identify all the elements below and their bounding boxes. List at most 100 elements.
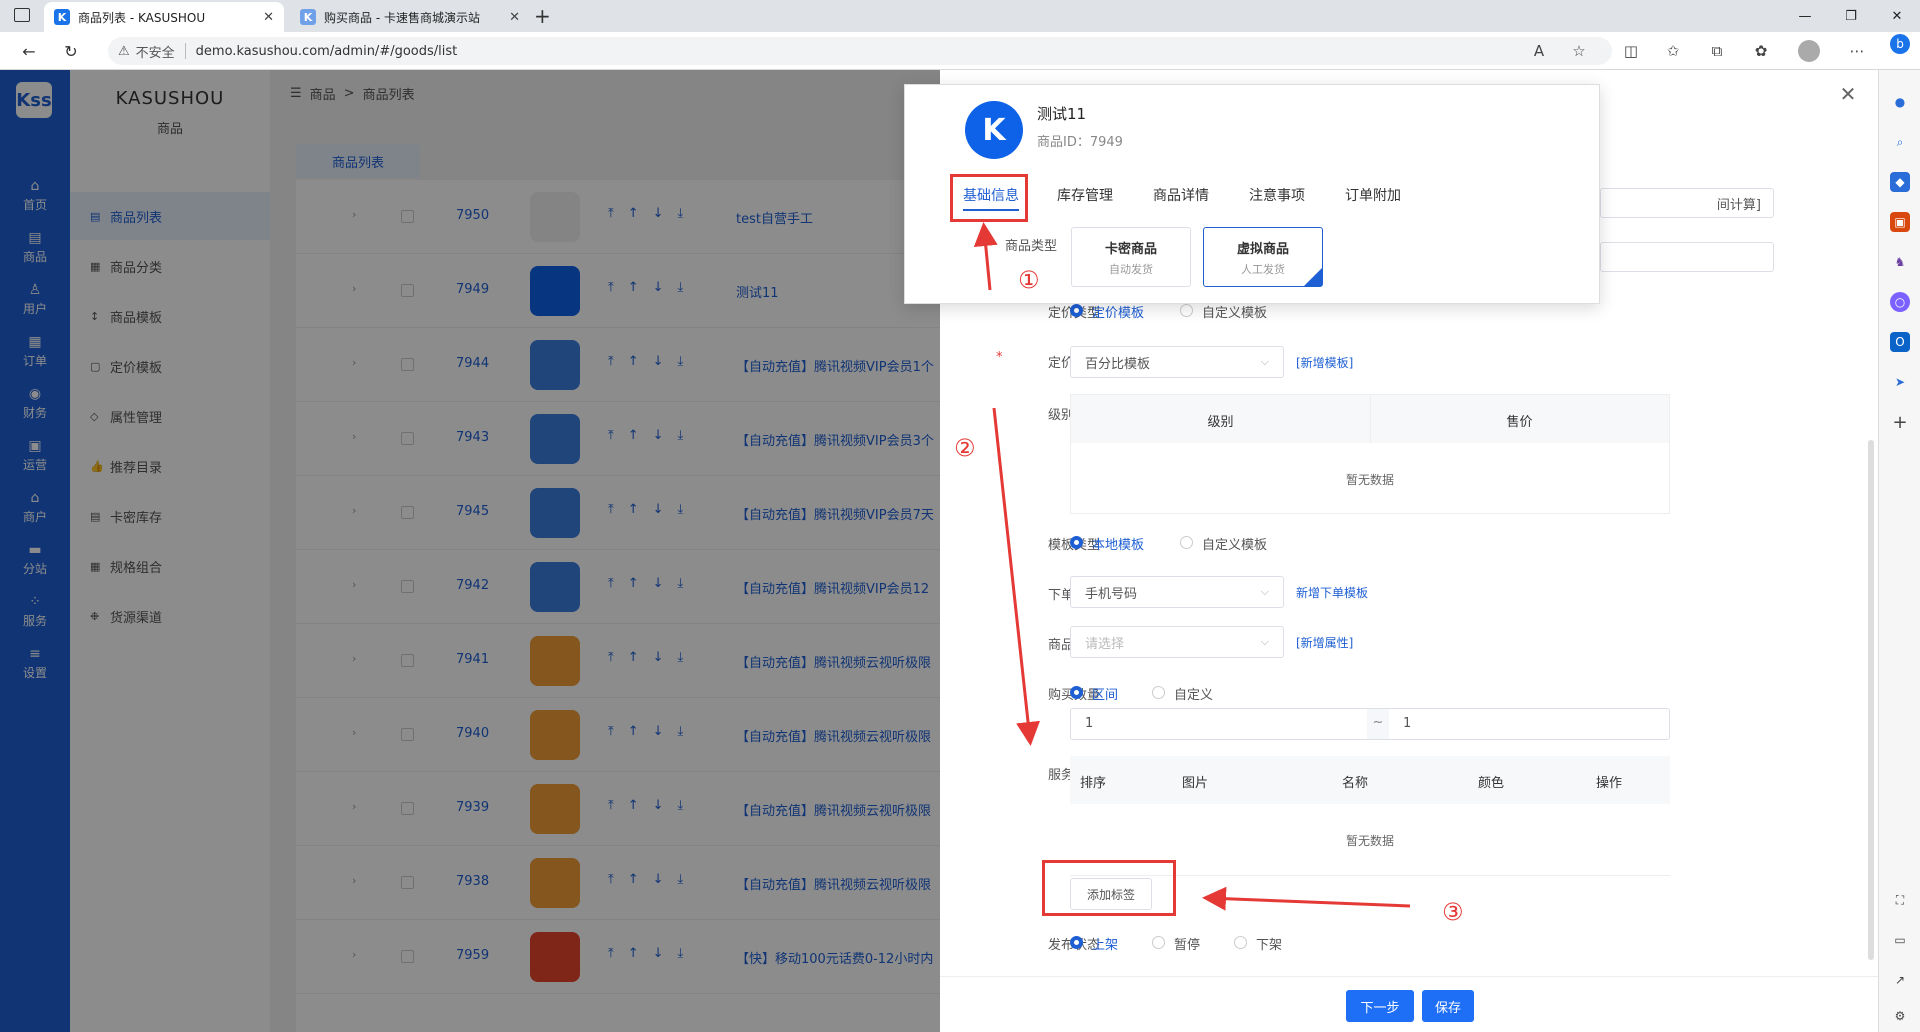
radio-unpublish[interactable]	[1234, 936, 1247, 949]
close-tab-icon[interactable]: ✕	[263, 10, 274, 25]
next-step-button[interactable]: 下一步	[1346, 990, 1414, 1022]
outlook-icon[interactable]: O	[1890, 332, 1910, 352]
save-button[interactable]: 保存	[1422, 990, 1474, 1022]
radio-local-template[interactable]	[1070, 536, 1083, 549]
quantity-min-input[interactable]: 1	[1071, 709, 1367, 739]
split-screen-icon[interactable]: ◫	[1616, 36, 1646, 66]
annotation-step-2: ②	[954, 434, 976, 462]
radio-custom-template[interactable]	[1180, 536, 1193, 549]
new-tab-icon[interactable]: +	[534, 4, 551, 28]
url-text: demo.kasushou.com/admin/#/goods/list	[195, 43, 458, 59]
footer-divider	[940, 976, 1878, 977]
chevron-down-icon: ⌵	[1260, 355, 1269, 368]
back-icon[interactable]: ←	[14, 36, 44, 66]
browser-tab[interactable]: K 购买商品 - 卡速售商城演示站 ✕	[290, 2, 530, 32]
column-header: 图片	[1182, 776, 1209, 791]
radio-label: 本地模板	[1092, 538, 1145, 553]
column-header: 级别	[1207, 415, 1234, 430]
profile-avatar-icon[interactable]	[1794, 36, 1824, 66]
radio-label: 自定义	[1174, 688, 1214, 703]
radio-pause[interactable]	[1152, 936, 1165, 949]
add-order-template-link[interactable]: 新增下单模板	[1296, 584, 1368, 601]
browser-tab-bar: K 商品列表 - KASUSHOU ✕ K 购买商品 - 卡速售商城演示站 ✕ …	[0, 0, 1920, 32]
chess-icon[interactable]: ♞	[1890, 252, 1910, 272]
product-id: 商品ID：7949	[1037, 135, 1123, 150]
quantity-range: 1 ~ 1	[1070, 708, 1670, 740]
favorite-star-icon[interactable]: ☆	[1564, 36, 1594, 66]
kasushou-favicon-icon: K	[54, 9, 70, 25]
address-bar[interactable]: ⚠ 不安全 demo.kasushou.com/admin/#/goods/li…	[108, 37, 1612, 65]
radio-label: 自定义模板	[1202, 306, 1268, 321]
service-tag-table: 排序 图片 名称 颜色 操作 暂无数据	[1070, 756, 1670, 876]
close-drawer-icon[interactable]: ✕	[1836, 82, 1860, 106]
bing-icon[interactable]: b	[1890, 34, 1910, 54]
type-virtual-option[interactable]: 虚拟商品 人工发货	[1203, 227, 1323, 287]
toolbox-icon[interactable]: ▣	[1890, 212, 1910, 232]
drawer-scrollbar[interactable]	[1868, 440, 1874, 960]
annotation-step-3: ③	[1442, 898, 1464, 926]
select-placeholder: 请选择	[1085, 636, 1125, 652]
close-tab-icon[interactable]: ✕	[509, 10, 520, 25]
search-icon[interactable]: ⌕	[1890, 132, 1910, 152]
chevron-down-icon: ⌵	[1260, 635, 1269, 648]
radio-custom[interactable]	[1152, 686, 1165, 699]
tab-title: 购买商品 - 卡速售商城演示站	[324, 10, 480, 25]
tab-stock[interactable]: 库存管理	[1057, 185, 1113, 205]
tag-icon[interactable]: ◆	[1890, 172, 1910, 192]
screenshot-icon[interactable]: ⛶	[1890, 890, 1910, 910]
level-price-table: 级别 售价 暂无数据	[1070, 394, 1670, 514]
reload-icon[interactable]: ↻	[56, 36, 86, 66]
add-icon[interactable]: +	[1890, 412, 1910, 433]
tab-details[interactable]: 商品详情	[1153, 185, 1209, 205]
column-header: 售价	[1506, 415, 1533, 430]
pricing-template-select[interactable]: 百分比模板 ⌵	[1070, 346, 1284, 378]
more-menu-icon[interactable]: ⋯	[1842, 36, 1872, 66]
radio-publish[interactable]	[1070, 936, 1083, 949]
bell-icon[interactable]: ●	[1890, 92, 1910, 112]
close-window-icon[interactable]: ✕	[1874, 0, 1920, 32]
type-card-option[interactable]: 卡密商品 自动发货	[1071, 227, 1191, 287]
radio-label: 定价模板	[1092, 306, 1145, 321]
type-title: 虚拟商品	[1236, 241, 1289, 257]
radio-custom-template[interactable]	[1180, 304, 1193, 317]
favorites-icon[interactable]: ✩	[1658, 36, 1688, 66]
product-type-label: 商品类型	[1005, 239, 1058, 254]
copilot-icon[interactable]: ○	[1890, 292, 1910, 312]
radio-label: 上架	[1092, 938, 1119, 953]
gear-icon[interactable]: ⚙	[1890, 1006, 1910, 1026]
sidebar-toggle-icon[interactable]: ▭	[1890, 930, 1910, 950]
type-title: 卡密商品	[1104, 241, 1157, 257]
empty-text: 暂无数据	[1345, 473, 1394, 487]
kasushou-favicon-icon: K	[300, 9, 316, 25]
browser-tab-active[interactable]: K 商品列表 - KASUSHOU ✕	[44, 2, 284, 32]
quantity-max-input[interactable]: 1	[1389, 709, 1669, 739]
tab-actions-icon[interactable]	[14, 8, 30, 22]
extensions-icon[interactable]: ✿	[1746, 36, 1776, 66]
minimize-icon[interactable]: —	[1782, 0, 1828, 32]
warning-icon: ⚠	[118, 43, 130, 59]
empty-text: 暂无数据	[1345, 834, 1394, 848]
table-header	[1070, 756, 1670, 804]
product-name: 测试11	[1037, 105, 1087, 123]
radio-pricing-template[interactable]	[1070, 304, 1083, 317]
collections-icon[interactable]: ⧉	[1702, 36, 1732, 66]
tab-order-extra[interactable]: 订单附加	[1345, 185, 1401, 205]
background-field	[1600, 242, 1774, 272]
send-icon[interactable]: ➤	[1890, 372, 1910, 392]
select-value: 手机号码	[1085, 586, 1138, 602]
maximize-icon[interactable]: ❐	[1828, 0, 1874, 32]
order-template-select[interactable]: 手机号码 ⌵	[1070, 576, 1284, 608]
security-label: 不安全	[135, 45, 175, 61]
radio-label: 暂停	[1174, 938, 1201, 953]
external-link-icon[interactable]: ↗	[1890, 970, 1910, 990]
type-subtitle: 人工发货	[1241, 262, 1285, 276]
product-logo: K	[965, 101, 1023, 159]
read-aloud-icon[interactable]: A	[1524, 36, 1554, 66]
tab-notes[interactable]: 注意事项	[1249, 185, 1305, 205]
attribute-select[interactable]: 请选择 ⌵	[1070, 626, 1284, 658]
radio-range[interactable]	[1070, 686, 1083, 699]
address-toolbar: ← ↻ ⚠ 不安全 demo.kasushou.com/admin/#/good…	[0, 32, 1920, 70]
add-pricing-template-link[interactable]: [新增模板]	[1296, 354, 1353, 371]
select-value: 百分比模板	[1085, 356, 1151, 372]
add-attribute-link[interactable]: [新增属性]	[1296, 634, 1353, 651]
